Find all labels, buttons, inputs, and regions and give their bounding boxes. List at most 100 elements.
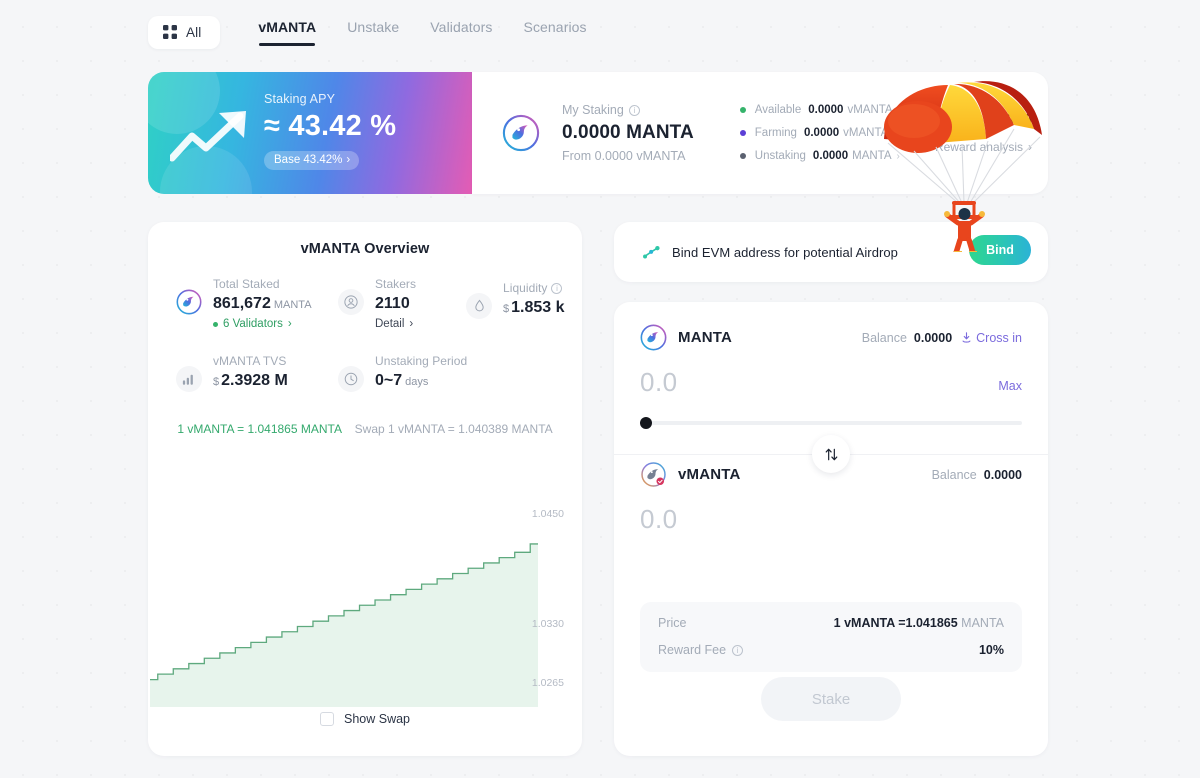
staking-apy-value: ≈ 43.42 % [264, 110, 397, 142]
stake-button[interactable]: Stake [761, 677, 901, 721]
reward-fee-label: Reward Fee [658, 643, 727, 657]
price-row: Price 1 vMANTA =1.041865 MANTA [658, 616, 1004, 630]
overview-item-liquidity: Liquidity i $1.853 k [466, 281, 565, 319]
slider-thumb[interactable] [640, 417, 652, 429]
exchange-rates: 1 vMANTA = 1.041865 MANTA Swap 1 vMANTA … [148, 422, 582, 436]
hero-row: Staking APY ≈ 43.42 % Base 43.42% › My S… [148, 72, 1048, 252]
info-icon[interactable]: i [732, 644, 744, 656]
chart-canvas [150, 543, 538, 707]
chart-ytick-1: 1.0450 [531, 508, 564, 521]
swap-to-amount-input[interactable]: 0.0 [640, 504, 678, 535]
balance-label: Balance [861, 330, 907, 345]
overview-label-text: Liquidity [503, 281, 548, 295]
overview-value-number: 861,672 [213, 295, 271, 312]
swap-to-balance: Balance 0.0000 [932, 468, 1022, 482]
price-label: Price [658, 616, 687, 630]
my-staking-label-text: My Staking [562, 103, 624, 117]
chart-ytick-3: 1.0265 [531, 677, 564, 690]
rate-history-chart: 1.0450 1.0330 1.0265 [148, 457, 582, 707]
base-apy-label: Base 43.42% [274, 154, 343, 166]
reward-value: 0.0000 [983, 112, 1032, 129]
validators-link[interactable]: 6 Validators › [213, 318, 312, 330]
my-staking-amount: 0.0000 MANTA [562, 122, 694, 143]
balance-value: 0.0000 [913, 330, 953, 345]
stat-available-value: 0.0000 [808, 104, 844, 116]
swap-from-header: MANTA Balance 0.0000 Cross in [640, 324, 1022, 351]
chevron-right-icon: › [409, 318, 414, 330]
reward-fee-value-wrap: 10% [979, 643, 1004, 657]
overview-label: Unstaking Period [375, 354, 468, 368]
overview-title: vMANTA Overview [300, 241, 430, 257]
stakers-detail-label: Detail [375, 318, 405, 330]
overview-value: 0~7 days [375, 372, 467, 390]
validators-label: 6 Validators [223, 318, 283, 330]
bolt-icon [962, 331, 971, 343]
nav-tabs: vMANTA Unstake Validators Scenarios [258, 19, 587, 46]
chevron-right-icon: › [896, 150, 900, 162]
tab-validators[interactable]: Validators [430, 19, 492, 46]
tab-vmanta[interactable]: vMANTA [258, 19, 316, 46]
overview-item-total-staked: Total Staked 861,672 MANTA 6 Validators › [176, 277, 312, 330]
overview-value-currency: $ [503, 303, 510, 315]
chart-ytick-2: 1.0330 [531, 617, 564, 630]
overview-value: $2.3928 M [213, 372, 288, 390]
top-navigation: All vMANTA Unstake Validators Scenarios [148, 14, 587, 50]
stat-available-unit: vMANTA [847, 104, 893, 116]
status-dot [739, 130, 746, 136]
grid-icon [163, 25, 177, 39]
my-staking-stats: Available 0.0000 vMANTA Farming 0.0000 v… [739, 104, 900, 162]
clock-icon [338, 366, 364, 392]
tab-unstake[interactable]: Unstake [347, 19, 399, 46]
bind-button[interactable]: Bind [969, 235, 1031, 265]
overview-value-number: 0~7 [375, 372, 403, 389]
stat-farming-value: 0.0000 [803, 127, 840, 139]
swap-to-amount-row: 0.0 [640, 504, 1022, 535]
show-swap-checkbox[interactable] [319, 712, 334, 726]
chevron-right-icon: › [287, 318, 292, 330]
my-staking-from: From 0.0000 vMANTA [562, 149, 686, 163]
show-swap-toggle[interactable]: Show Swap [148, 712, 582, 726]
vmanta-overview-card: vMANTA Overview Total Staked 861,672 MANT… [148, 222, 582, 756]
trend-arrow-icon [170, 111, 246, 162]
overview-label: vMANTA TVS [213, 354, 287, 368]
stakers-detail-link[interactable]: Detail › [375, 318, 416, 330]
tab-scenarios[interactable]: Scenarios [524, 19, 587, 46]
swap-from-amount-row: 0.0 Max [640, 367, 1022, 398]
bind-evm-text: Bind EVM address for potential Airdrop [672, 244, 898, 260]
overview-value: 2110 [375, 295, 410, 312]
swap-from-section: MANTA Balance 0.0000 Cross in 0.0 Max [614, 302, 1048, 429]
status-dot [739, 107, 746, 113]
swap-from-amount-input[interactable]: 0.0 [640, 367, 678, 398]
overview-label: Liquidity i [503, 281, 565, 295]
info-icon[interactable]: i [628, 104, 640, 116]
base-apy-chip[interactable]: Base 43.42% › [264, 151, 360, 170]
max-button[interactable]: Max [998, 379, 1022, 398]
swap-direction-button[interactable] [812, 435, 850, 473]
stake-swap-card: MANTA Balance 0.0000 Cross in 0.0 Max vM… [614, 302, 1048, 756]
stat-farming[interactable]: Farming 0.0000 vMANTA › [739, 127, 900, 139]
reward-fee-row: Reward Fee i 10% [658, 643, 1004, 657]
show-swap-label: Show Swap [343, 712, 410, 726]
overview-value: $1.853 k [503, 299, 565, 317]
cross-in-link[interactable]: Cross in [961, 331, 1022, 345]
slider-track[interactable] [648, 421, 1022, 425]
rate-primary: 1 vMANTA = 1.041865 MANTA [177, 422, 342, 436]
chevron-right-icon: › [893, 127, 897, 139]
overview-value-unit: MANTA [273, 299, 312, 311]
amount-slider[interactable] [640, 417, 1022, 429]
status-dot [739, 153, 746, 159]
overview-item-unstaking-period: Unstaking Period 0~7 days [338, 354, 467, 392]
overview-label: Total Staked [213, 277, 280, 291]
staking-apy-panel: Staking APY ≈ 43.42 % Base 43.42% › [148, 72, 472, 194]
stat-unstaking[interactable]: Unstaking 0.0000 MANTA › [739, 150, 900, 162]
overview-value-currency: $ [213, 376, 220, 388]
info-icon[interactable]: i [551, 282, 563, 294]
swap-to-token[interactable]: vMANTA [678, 466, 741, 483]
all-filter-button[interactable]: All [148, 15, 221, 49]
reward-fee-value: 10% [978, 643, 1004, 657]
reward-analysis-label: Reward analysis [934, 140, 1023, 154]
reward-analysis-link[interactable]: Reward analysis › [919, 140, 1032, 154]
all-filter-label: All [186, 24, 202, 40]
swap-from-token[interactable]: MANTA [678, 329, 732, 346]
manta-logo-icon [176, 289, 202, 315]
